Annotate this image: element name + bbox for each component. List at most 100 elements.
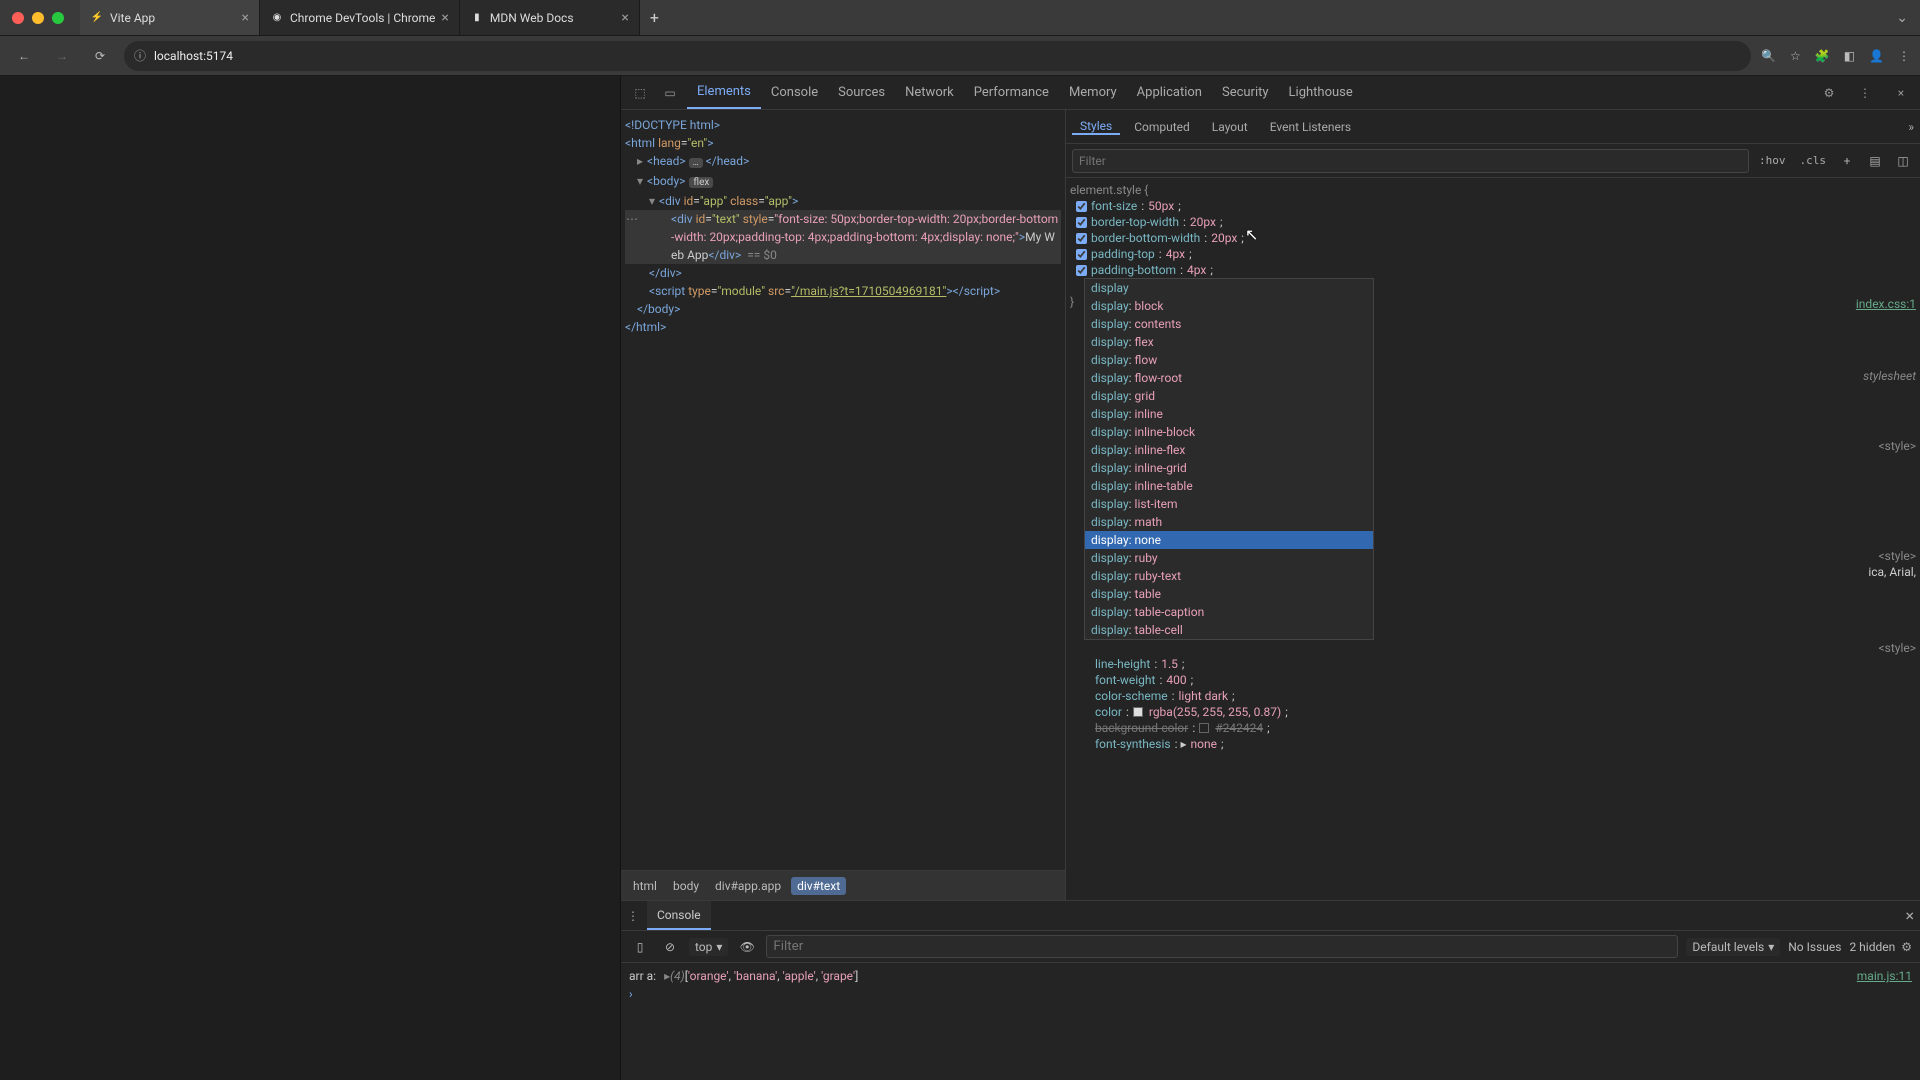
console-prompt[interactable]: › <box>629 985 1912 1003</box>
clear-console-icon[interactable]: ⊘ <box>659 936 681 958</box>
property-toggle[interactable] <box>1076 233 1087 244</box>
property-toggle[interactable] <box>1076 265 1087 276</box>
cls-toggle[interactable]: .cls <box>1796 154 1831 167</box>
forward-button[interactable]: → <box>48 42 76 70</box>
close-tab-icon[interactable]: × <box>621 10 628 26</box>
autocomplete-item[interactable]: display: table <box>1085 585 1373 603</box>
hidden-count[interactable]: 2 hidden <box>1849 940 1895 954</box>
back-button[interactable]: ← <box>10 42 38 70</box>
drawer-menu-icon[interactable]: ⋮ <box>627 909 639 923</box>
new-style-rule-icon[interactable]: + <box>1836 150 1858 172</box>
styles-filter-input[interactable] <box>1072 149 1749 173</box>
dom-node[interactable]: </html> <box>625 318 1061 336</box>
console-log-line[interactable]: arr a: ▸ (4) ['orange', 'banana', 'apple… <box>629 967 1912 985</box>
breadcrumb-item[interactable]: div#app.app <box>709 877 787 895</box>
css-property[interactable]: font-size: 50px; <box>1070 198 1916 214</box>
property-toggle[interactable] <box>1076 201 1087 212</box>
reload-button[interactable]: ⟳ <box>86 42 114 70</box>
styles-tab-styles[interactable]: Styles <box>1072 119 1120 135</box>
autocomplete-item[interactable]: display: ruby-text <box>1085 567 1373 585</box>
minimize-window-icon[interactable] <box>32 12 44 24</box>
autocomplete-item[interactable]: display: math <box>1085 513 1373 531</box>
drawer-close-icon[interactable]: × <box>1905 906 1914 925</box>
css-autocomplete-dropdown[interactable]: displaydisplay: blockdisplay: contents di… <box>1084 278 1374 640</box>
tab-overflow-icon[interactable]: ⌄ <box>1896 10 1908 26</box>
close-tab-icon[interactable]: × <box>242 10 249 26</box>
console-filter-input[interactable] <box>766 935 1678 958</box>
breadcrumb-item[interactable]: div#text <box>791 877 846 895</box>
devtools-tab-console[interactable]: Console <box>761 76 828 109</box>
settings-icon[interactable]: ⚙ <box>1816 80 1842 106</box>
css-property[interactable]: padding-bottom: 4px; <box>1070 262 1916 278</box>
devtools-tab-sources[interactable]: Sources <box>828 76 895 109</box>
close-devtools-icon[interactable]: × <box>1888 80 1914 106</box>
autocomplete-item[interactable]: display: list-item <box>1085 495 1373 513</box>
property-toggle[interactable] <box>1076 249 1087 260</box>
autocomplete-item[interactable]: display: ruby <box>1085 549 1373 567</box>
dom-node[interactable]: <script type="module" src="/main.js?t=17… <box>625 282 1061 300</box>
sidebar-toggle-icon[interactable]: ▯ <box>629 936 651 958</box>
device-toolbar-icon[interactable]: ▭ <box>657 80 683 106</box>
log-levels-selector[interactable]: Default levels ▾ <box>1686 938 1780 956</box>
autocomplete-item[interactable]: display <box>1085 279 1373 297</box>
autocomplete-item[interactable]: display: inline <box>1085 405 1373 423</box>
property-toggle[interactable] <box>1076 217 1087 228</box>
css-property[interactable]: font-weight: 400; <box>1070 672 1916 688</box>
devtools-tab-elements[interactable]: Elements <box>687 76 761 109</box>
autocomplete-item[interactable]: display: contents <box>1085 315 1373 333</box>
extensions-icon[interactable]: 🧩 <box>1815 49 1830 63</box>
close-window-icon[interactable] <box>12 12 24 24</box>
devtools-tab-application[interactable]: Application <box>1127 76 1212 109</box>
more-tabs-icon[interactable]: » <box>1908 120 1914 134</box>
styles-tab-computed[interactable]: Computed <box>1126 120 1198 134</box>
console-output[interactable]: arr a: ▸ (4) ['orange', 'banana', 'apple… <box>621 963 1920 1080</box>
toggle-sidebar-icon[interactable]: ◫ <box>1892 150 1914 172</box>
autocomplete-item[interactable]: display: inline-table <box>1085 477 1373 495</box>
console-settings-icon[interactable]: ⚙ <box>1901 940 1912 954</box>
autocomplete-item[interactable]: display: none <box>1085 531 1373 549</box>
dom-node-selected[interactable]: ⋯ <div id="text" style="font-size: 50px;… <box>625 210 1061 264</box>
dom-node[interactable]: <html lang="en"> <box>625 134 1061 152</box>
css-property[interactable]: background-color: #242424; <box>1070 720 1916 736</box>
dom-node[interactable]: </div> <box>625 264 1061 282</box>
new-tab-button[interactable]: + <box>640 0 669 35</box>
console-source-link[interactable]: main.js:11 <box>1857 967 1912 985</box>
autocomplete-item[interactable]: display: flow-root <box>1085 369 1373 387</box>
dom-node[interactable]: ▾<body>flex <box>625 172 1061 192</box>
dom-tree[interactable]: <!DOCTYPE html> <html lang="en"> ▸<head>… <box>621 110 1065 870</box>
css-property[interactable]: border-bottom-width: 20px; <box>1070 230 1916 246</box>
dom-node[interactable]: ▾<div id="app" class="app"> <box>625 192 1061 210</box>
close-tab-icon[interactable]: × <box>441 10 448 26</box>
css-property[interactable]: line-height: 1.5; <box>1070 656 1916 672</box>
autocomplete-item[interactable]: display: inline-flex <box>1085 441 1373 459</box>
live-expression-icon[interactable]: 👁 <box>736 936 758 958</box>
dom-node[interactable]: ▸<head> … </head> <box>625 152 1061 172</box>
drawer-tab-console[interactable]: Console <box>647 901 711 930</box>
autocomplete-item[interactable]: display: table-caption <box>1085 603 1373 621</box>
css-property[interactable]: color: rgba(255, 255, 255, 0.87); <box>1070 704 1916 720</box>
css-property[interactable]: padding-top: 4px; <box>1070 246 1916 262</box>
css-property[interactable]: color-scheme: light dark; <box>1070 688 1916 704</box>
context-selector[interactable]: top ▾ <box>689 938 728 956</box>
devtools-tab-security[interactable]: Security <box>1212 76 1279 109</box>
zoom-icon[interactable]: 🔍 <box>1761 49 1776 63</box>
browser-tab-devtools-docs[interactable]: ◉ Chrome DevTools | Chrome × <box>260 0 460 35</box>
more-icon[interactable]: ⋮ <box>1852 80 1878 106</box>
devtools-tab-performance[interactable]: Performance <box>964 76 1059 109</box>
browser-tab-vite[interactable]: ⚡ Vite App × <box>80 0 260 35</box>
breadcrumb-item[interactable]: body <box>667 877 705 895</box>
autocomplete-item[interactable]: display: inline-grid <box>1085 459 1373 477</box>
profile-icon[interactable]: 👤 <box>1869 49 1884 63</box>
devtools-tab-network[interactable]: Network <box>895 76 964 109</box>
site-info-icon[interactable]: ⓘ <box>134 47 146 64</box>
autocomplete-item[interactable]: display: grid <box>1085 387 1373 405</box>
autocomplete-item[interactable]: display: inline-block <box>1085 423 1373 441</box>
autocomplete-item[interactable]: display: block <box>1085 297 1373 315</box>
devtools-tab-memory[interactable]: Memory <box>1059 76 1127 109</box>
menu-icon[interactable]: ⋮ <box>1898 49 1910 63</box>
autocomplete-item[interactable]: display: flow <box>1085 351 1373 369</box>
side-panel-icon[interactable]: ◧ <box>1844 49 1855 63</box>
styles-tab-event-listeners[interactable]: Event Listeners <box>1262 120 1359 134</box>
styles-tab-layout[interactable]: Layout <box>1204 120 1256 134</box>
bookmark-icon[interactable]: ☆ <box>1790 49 1801 63</box>
